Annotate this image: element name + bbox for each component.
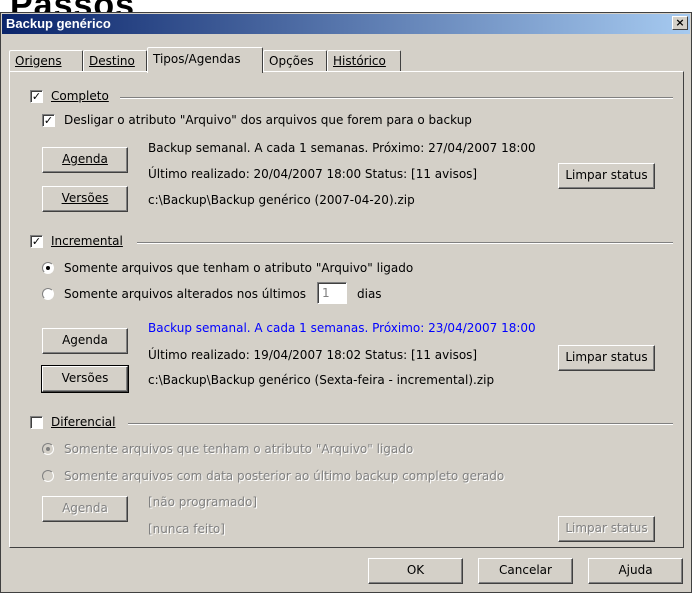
tab-tipos-agendas[interactable]: Tipos/Agendas [147,47,263,73]
title-bar: Backup genérico × [2,14,690,34]
incremental-radio-dias[interactable] [42,288,54,300]
completo-clear-status-button[interactable]: Limpar status [558,163,655,189]
diferencial-last-run: [nunca feito] [148,522,225,536]
incremental-radio-dias-label: Somente arquivos alterados nos últimos [64,287,307,301]
completo-schedule: Backup semanal. A cada 1 semanas. Próxim… [148,141,536,155]
diferencial-schedule: [não programado] [148,495,258,509]
incremental-label: Incremental [51,234,123,248]
diferencial-label: Diferencial [51,415,116,429]
incremental-checkbox[interactable]: ✓ [30,235,43,248]
tab-destino[interactable]: Destino [83,50,147,71]
tab-panel: ✓ Completo ✓ Desligar o atributo "Arquiv… [9,71,684,548]
desligar-atributo-label: Desligar o atributo "Arquivo" dos arquiv… [64,113,472,127]
completo-label: Completo [51,89,109,103]
completo-path: c:\Backup\Backup genérico (2007-04-20).z… [148,193,415,207]
incremental-last-run: Último realizado: 19/04/2007 18:02 Statu… [148,348,478,362]
desligar-atributo-checkbox[interactable]: ✓ [42,114,55,127]
completo-last-run: Último realizado: 20/04/2007 18:00 Statu… [148,167,478,181]
window-title: Backup genérico [6,16,111,31]
incremental-agenda-button[interactable]: Agenda [42,328,128,354]
completo-checkbox[interactable]: ✓ [30,90,43,103]
days-unit-label: dias [357,287,382,301]
dialog-window: Backup genérico × Origens Destino Tipos/… [0,12,692,593]
group-divider [137,242,673,244]
completo-agenda-button[interactable]: Agenda [42,147,128,173]
diferencial-radio-data-label: Somente arquivos com data posterior ao ú… [64,469,505,483]
diferencial-radio-arquivo-label: Somente arquivos que tenham o atributo "… [64,442,414,456]
diferencial-clear-status-button[interactable]: Limpar status [558,516,655,542]
tab-origens[interactable]: Origens [9,50,83,71]
incremental-radio-arquivo[interactable] [42,262,54,274]
completo-versoes-button[interactable]: Versões [42,186,128,212]
incremental-path: c:\Backup\Backup genérico (Sexta-feira -… [148,373,495,387]
cancel-button[interactable]: Cancelar [478,558,573,584]
days-input[interactable]: 1 [317,282,347,304]
tab-opcoes[interactable]: Opções [263,50,327,71]
incremental-clear-status-button[interactable]: Limpar status [558,345,655,371]
help-button[interactable]: Ajuda [588,558,683,584]
incremental-radio-arquivo-label: Somente arquivos que tenham o atributo "… [64,261,414,275]
tab-historico[interactable]: Histórico [327,50,401,71]
diferencial-checkbox[interactable] [30,416,43,429]
group-divider [120,97,673,99]
diferencial-radio-arquivo[interactable] [42,443,54,455]
close-icon[interactable]: × [672,16,688,30]
diferencial-agenda-button[interactable]: Agenda [42,496,128,522]
incremental-versoes-button[interactable]: Versões [41,365,129,393]
diferencial-radio-data[interactable] [42,470,54,482]
incremental-schedule: Backup semanal. A cada 1 semanas. Próxim… [148,321,536,335]
ok-button[interactable]: OK [368,558,463,584]
group-divider [128,423,673,425]
